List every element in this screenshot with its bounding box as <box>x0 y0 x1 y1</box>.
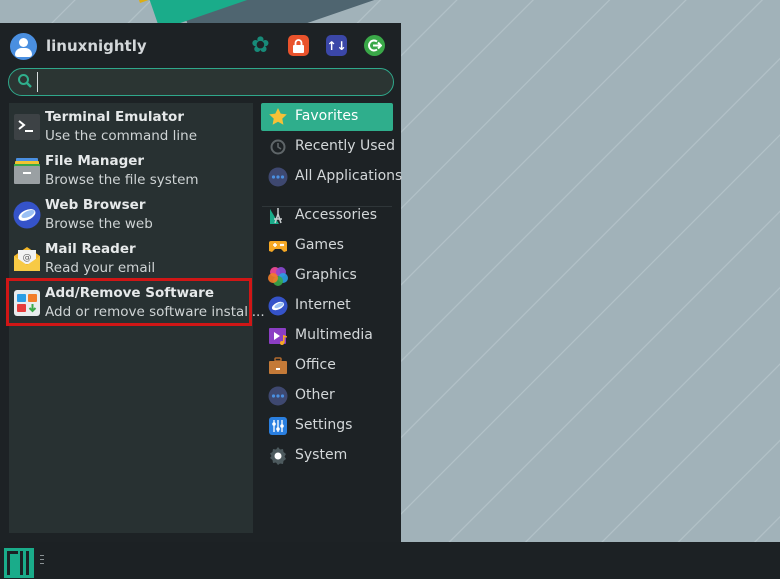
switch-user-icon[interactable]: ↑↓ <box>326 35 347 56</box>
web-browser-icon <box>13 201 41 229</box>
username: linuxnightly <box>46 37 147 55</box>
app-file-manager[interactable]: File Manager Browse the file system <box>9 150 253 192</box>
accessories-icon <box>270 208 282 224</box>
gamepad-icon <box>269 241 287 252</box>
multimedia-icon <box>269 328 288 345</box>
panel-drag-handle[interactable] <box>40 555 44 567</box>
settings-sliders-icon <box>269 417 287 435</box>
category-graphics[interactable]: Graphics <box>261 262 393 290</box>
start-menu-button[interactable] <box>4 548 34 578</box>
settings-wrench-icon[interactable]: ✿ <box>250 33 271 58</box>
taskbar <box>0 542 780 579</box>
gear-icon <box>270 447 286 465</box>
star-icon <box>269 108 287 125</box>
terminal-icon <box>14 114 40 140</box>
search-icon <box>18 74 32 88</box>
logout-icon[interactable] <box>364 35 385 56</box>
menu-header: linuxnightly ✿ ↑↓ <box>0 23 401 67</box>
internet-icon <box>268 296 288 316</box>
dots-icon <box>268 167 288 187</box>
app-terminal-emulator[interactable]: Terminal Emulator Use the command line <box>9 106 253 148</box>
graphics-icon <box>268 267 288 286</box>
category-separator <box>262 206 392 207</box>
dots-icon <box>268 386 288 406</box>
user-avatar[interactable] <box>10 33 37 60</box>
category-multimedia[interactable]: Multimedia <box>261 322 393 350</box>
svg-text:@: @ <box>23 253 32 263</box>
app-web-browser[interactable]: Web Browser Browse the web <box>9 194 253 236</box>
category-office[interactable]: Office <box>261 352 393 380</box>
lock-icon[interactable] <box>288 35 309 56</box>
search-input[interactable] <box>37 72 387 92</box>
category-favorites[interactable]: Favorites <box>261 103 393 131</box>
clock-icon <box>270 139 286 155</box>
briefcase-icon <box>269 357 287 374</box>
application-menu: linuxnightly ✿ ↑↓ Terminal Emulator Use … <box>0 23 402 542</box>
category-internet[interactable]: Internet <box>261 292 393 320</box>
favorites-list: Terminal Emulator Use the command line F… <box>6 103 265 533</box>
mail-icon: @ <box>14 247 40 271</box>
highlight-box <box>6 278 252 326</box>
search-field[interactable] <box>8 68 394 96</box>
category-recently-used[interactable]: Recently Used <box>261 133 395 161</box>
category-settings[interactable]: Settings <box>261 412 393 440</box>
file-manager-icon <box>14 158 40 184</box>
category-other[interactable]: Other <box>261 382 393 410</box>
app-mail-reader[interactable]: @ Mail Reader Read your email <box>9 238 253 280</box>
category-all-applications[interactable]: All Applications <box>261 163 402 191</box>
category-games[interactable]: Games <box>261 232 393 260</box>
category-system[interactable]: System <box>261 442 393 470</box>
